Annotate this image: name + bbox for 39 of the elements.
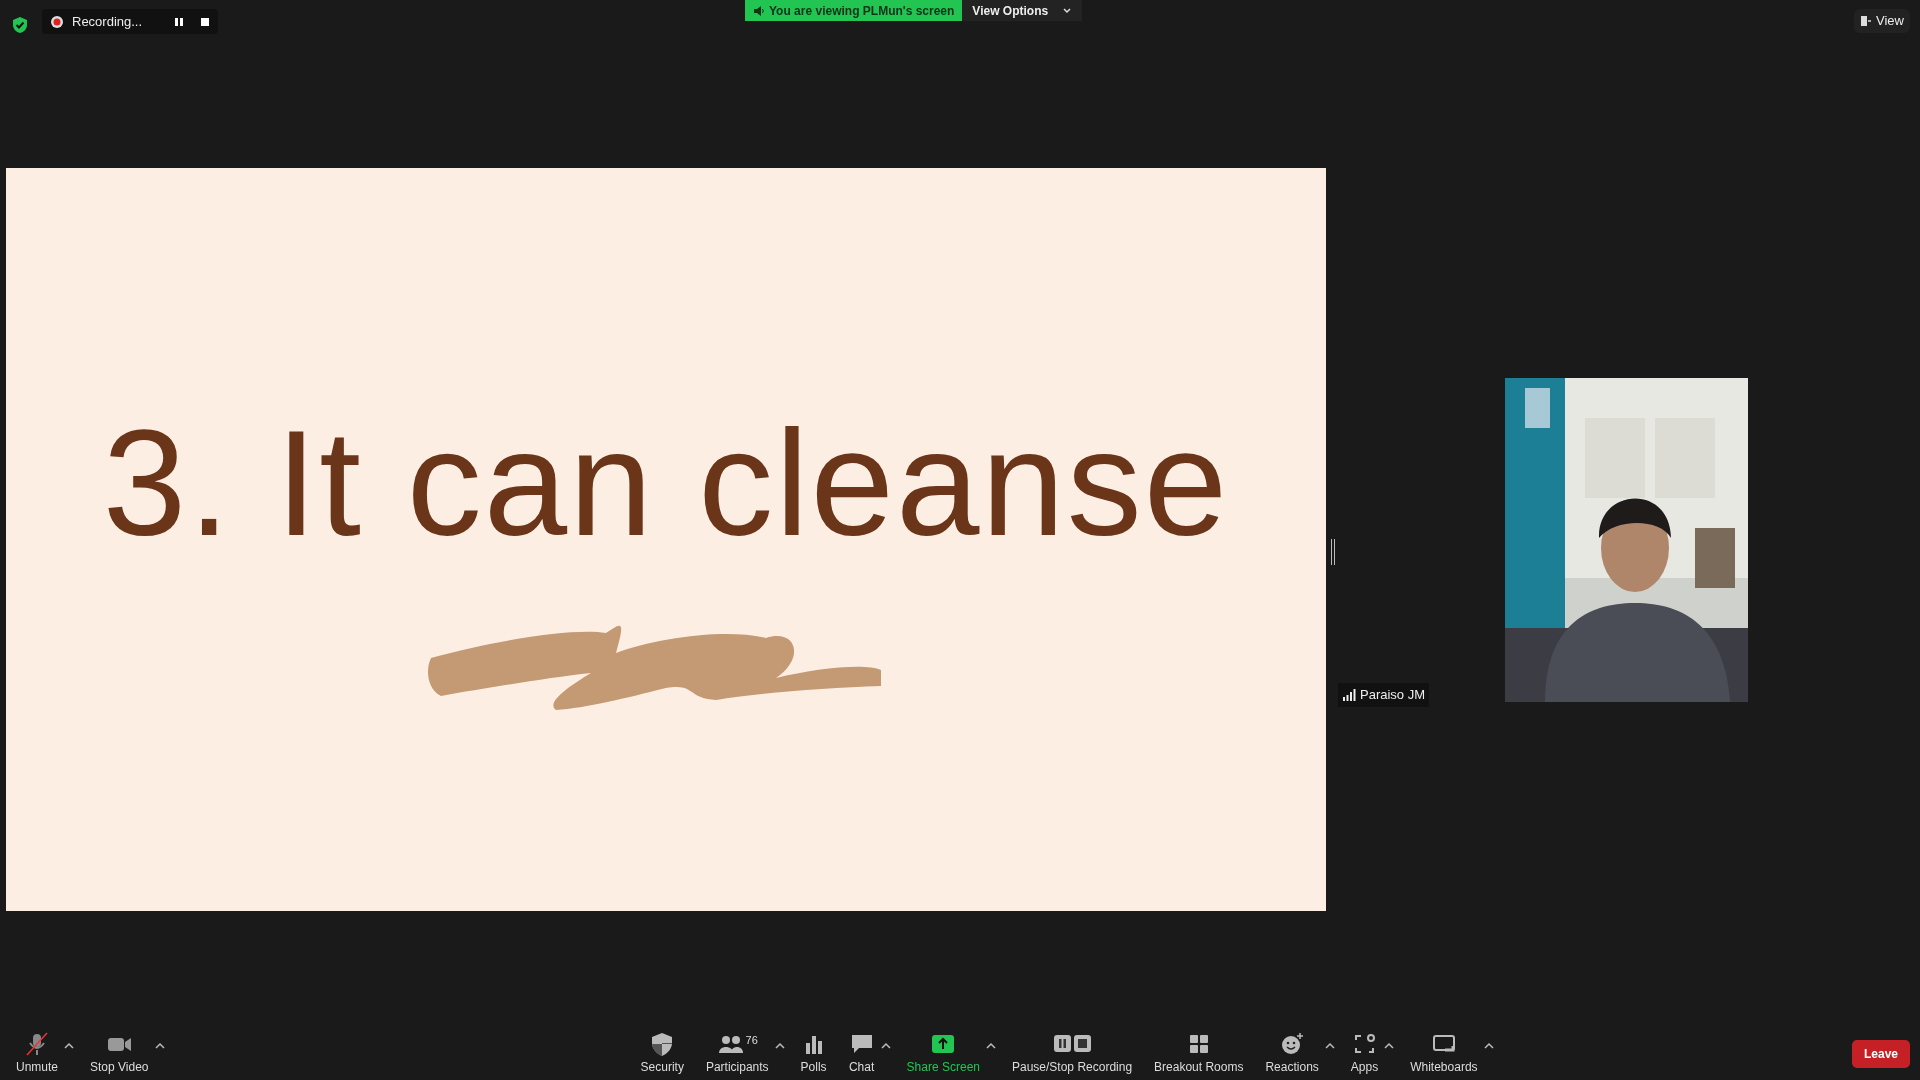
banner-text: You are viewing PLMun's screen (769, 2, 955, 20)
caret-icon[interactable] (1483, 1042, 1494, 1049)
toolbar-button[interactable]: Polls (794, 1030, 833, 1076)
toolbar-button[interactable]: Stop Video (84, 1030, 155, 1076)
caret-icon[interactable] (154, 1042, 165, 1049)
toolbar-button[interactable]: Security (634, 1030, 690, 1076)
toolbar-button[interactable]: Apps (1344, 1030, 1385, 1076)
toolbar-button[interactable]: 76 Participants (699, 1030, 775, 1076)
caret-icon[interactable] (774, 1042, 785, 1049)
chevron-icon (1062, 6, 1073, 15)
layout-icon (1860, 14, 1873, 27)
toolbar-button[interactable]: Unmute (10, 1030, 65, 1076)
speaker-icon (753, 4, 765, 17)
participant-count: 76 (745, 1033, 758, 1048)
view-button[interactable]: View (1854, 9, 1910, 33)
participant-name: Paraiso JM (1360, 686, 1426, 704)
muted-microphone-icon (24, 1031, 50, 1057)
toolbar-button[interactable]: Breakout Rooms (1148, 1030, 1250, 1076)
toolbar-button[interactable]: Chat (842, 1030, 881, 1076)
pause-icon[interactable] (174, 16, 184, 27)
smiley-plus-icon (1279, 1031, 1306, 1057)
view-options-button[interactable]: View Options (962, 0, 1083, 21)
caret-icon[interactable] (1324, 1042, 1335, 1049)
shield-icon (12, 15, 28, 34)
caret-icon[interactable] (986, 1042, 996, 1049)
caret-icon[interactable] (64, 1042, 75, 1049)
toolbar-button[interactable]: Reactions (1259, 1030, 1325, 1076)
resize-handle[interactable] (1331, 539, 1335, 565)
signal-icon (1342, 688, 1356, 701)
slide-heading: 3. It can cleanse (102, 408, 1230, 558)
recording-status: Recording... (72, 12, 143, 31)
stop-icon[interactable] (200, 16, 210, 27)
record-icon (50, 14, 64, 29)
caret-icon[interactable] (880, 1042, 891, 1049)
toolbar-button[interactable]: Pause/Stop Recording (1006, 1030, 1139, 1076)
caret-icon[interactable] (1384, 1042, 1395, 1049)
toolbar-button[interactable]: Whiteboards (1404, 1030, 1484, 1076)
leave-button[interactable]: Leave (1851, 1040, 1910, 1068)
share-screen-button[interactable]: Share Screen (900, 1030, 986, 1076)
